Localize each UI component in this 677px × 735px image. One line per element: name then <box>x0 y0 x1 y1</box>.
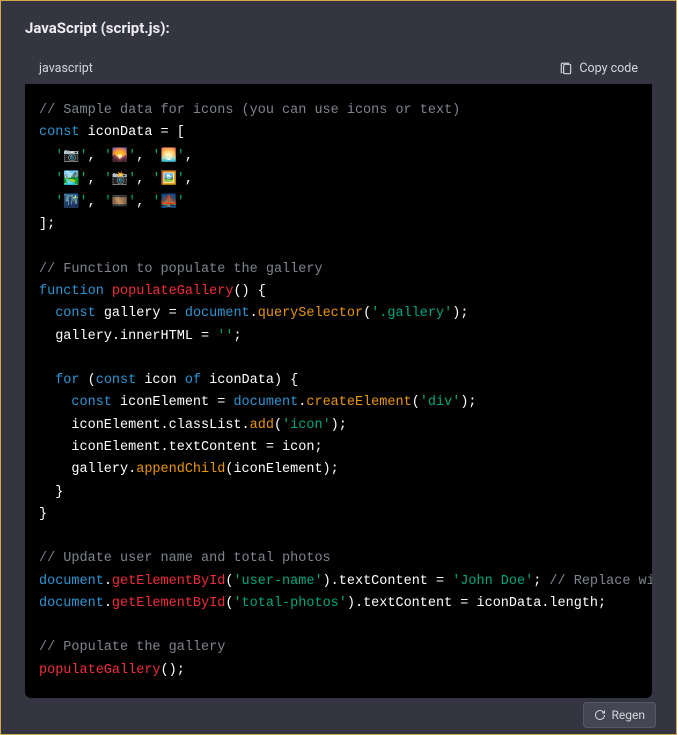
copy-code-label: Copy code <box>579 61 638 76</box>
code-block: javascript Copy code // Sample data for … <box>25 53 652 698</box>
language-label: javascript <box>39 61 93 76</box>
code-content: // Sample data for icons (you can use ic… <box>25 84 652 698</box>
section-title: JavaScript (script.js): <box>25 19 652 37</box>
copy-code-button[interactable]: Copy code <box>559 61 638 76</box>
refresh-icon <box>594 709 606 721</box>
clipboard-icon <box>559 62 573 76</box>
regenerate-button[interactable]: Regen <box>583 702 657 728</box>
code-header: javascript Copy code <box>25 53 652 84</box>
regenerate-label: Regen <box>612 708 646 722</box>
